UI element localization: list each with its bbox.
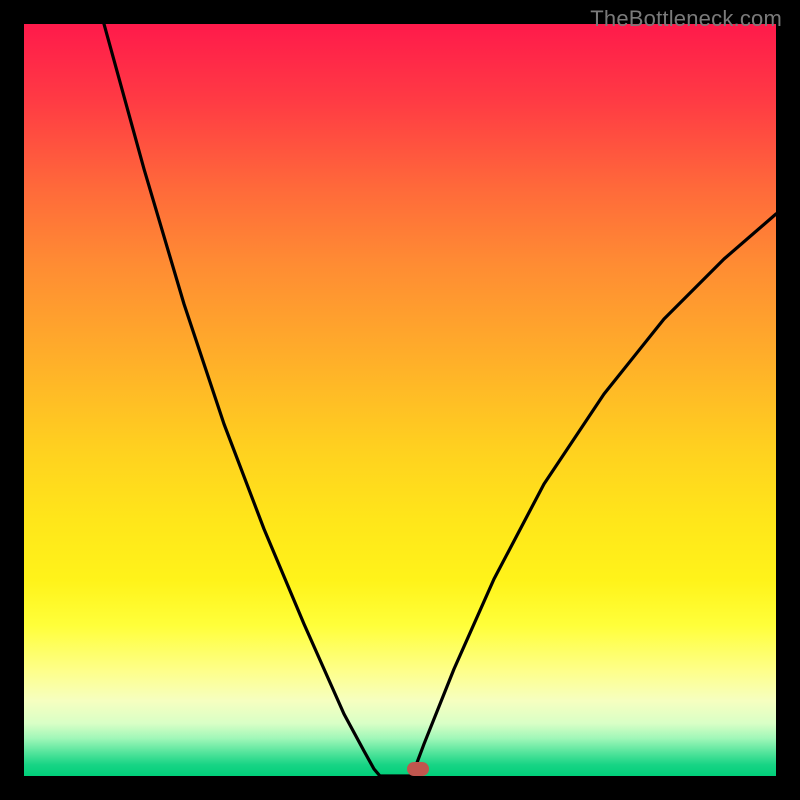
watermark-text: TheBottleneck.com (590, 6, 782, 32)
bottleneck-curve (24, 24, 776, 776)
optimal-point-marker (407, 762, 429, 776)
plot-area (24, 24, 776, 776)
curve-path (104, 24, 776, 776)
chart-frame: TheBottleneck.com (0, 0, 800, 800)
